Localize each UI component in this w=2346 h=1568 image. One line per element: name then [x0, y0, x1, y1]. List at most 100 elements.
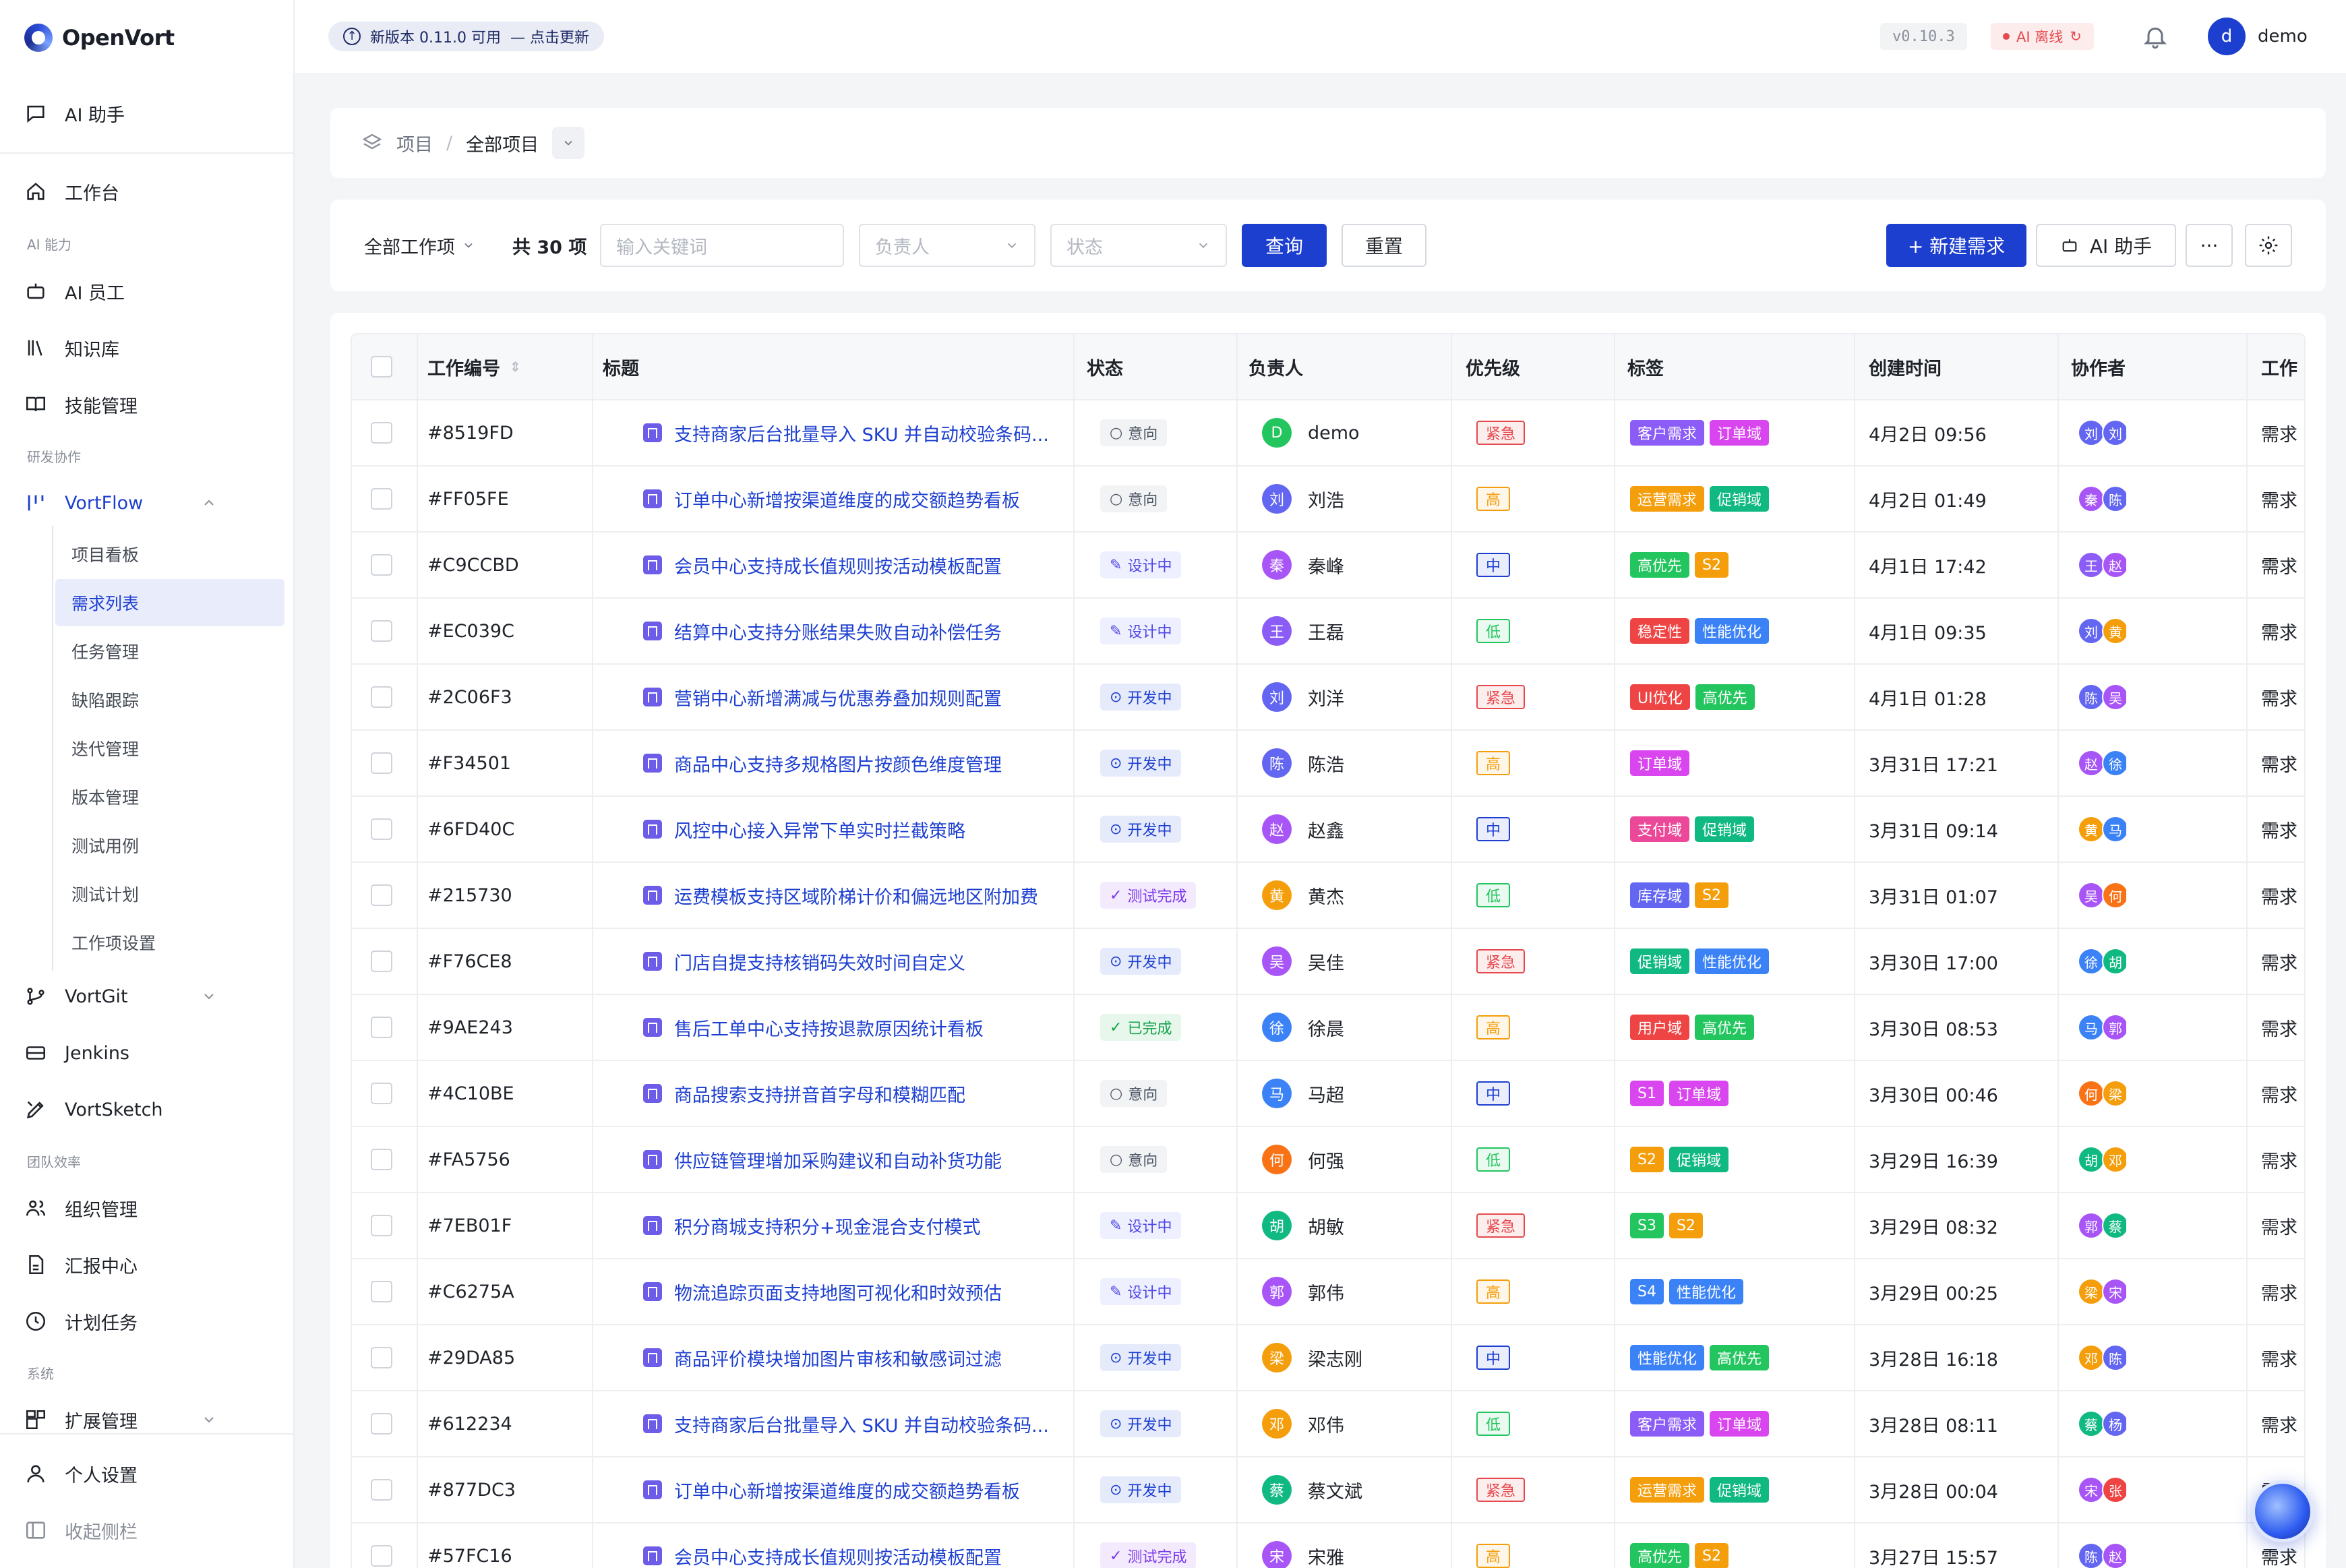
status-badge[interactable]: ⊙ 开发中: [1100, 1410, 1182, 1437]
checkbox[interactable]: [371, 1347, 392, 1368]
title-link[interactable]: 营销中心新增满减与优惠券叠加规则配置: [643, 684, 1002, 711]
checkbox[interactable]: [371, 1281, 392, 1302]
collaborators-cell[interactable]: 梁宋: [2078, 1259, 2126, 1324]
owner-cell[interactable]: 蔡蔡文斌: [1262, 1457, 1362, 1522]
row-checkbox[interactable]: [371, 1325, 392, 1390]
collaborators-cell[interactable]: 邓陈: [2078, 1325, 2126, 1390]
owner-cell[interactable]: 郭郭伟: [1262, 1259, 1344, 1324]
row-checkbox[interactable]: [371, 1193, 392, 1258]
owner-cell[interactable]: 黄黄杰: [1262, 863, 1344, 928]
title-text[interactable]: 商品搜索支持拼音首字母和模糊匹配: [674, 1081, 965, 1107]
status-cell[interactable]: ✎ 设计中: [1100, 1259, 1182, 1324]
checkbox[interactable]: [371, 1083, 392, 1104]
status-badge[interactable]: ✎ 设计中: [1100, 551, 1182, 578]
priority-cell[interactable]: 中: [1476, 797, 1511, 862]
status-cell[interactable]: ⊙ 开发中: [1100, 929, 1182, 994]
title-cell[interactable]: 会员中心支持成长值规则按活动模板配置: [643, 1524, 1068, 1568]
tags-cell[interactable]: 支付域 促销域: [1630, 797, 1755, 862]
sub-version[interactable]: 版本管理: [55, 773, 284, 820]
title-link[interactable]: 积分商城支持积分+现金混合支付模式: [643, 1213, 981, 1239]
checkbox[interactable]: [371, 686, 392, 708]
collaborators-cell[interactable]: 王赵: [2078, 533, 2126, 597]
row-checkbox[interactable]: [371, 1259, 392, 1324]
status-select[interactable]: 状态: [1050, 224, 1227, 267]
sub-bug-tracking[interactable]: 缺陷跟踪: [55, 676, 284, 723]
title-text[interactable]: 营销中心新增满减与优惠券叠加规则配置: [674, 684, 1002, 711]
nav-org[interactable]: 组织管理: [24, 1188, 138, 1228]
title-text[interactable]: 结算中心支持分账结果失败自动补偿任务: [674, 618, 1002, 644]
collaborators-cell[interactable]: 陈吴: [2078, 665, 2126, 729]
title-cell[interactable]: 运费模板支持区域阶梯计价和偏远地区附加费: [643, 863, 1068, 928]
status-badge[interactable]: ⊙ 开发中: [1100, 816, 1182, 843]
table-row[interactable]: #9AE243 售后工单中心支持按退款原因统计看板 ✓ 已完成 徐徐晨 高 用户域 高优先 3月…: [352, 995, 2304, 1061]
tags-cell[interactable]: 运营需求 促销域: [1630, 466, 1770, 531]
status-badge[interactable]: ✓ 测试完成: [1100, 882, 1197, 909]
nav-collapse[interactable]: 收起侧栏: [24, 1510, 138, 1550]
sub-project-board[interactable]: 项目看板: [55, 531, 284, 578]
status-cell[interactable]: ✎ 设计中: [1100, 533, 1182, 597]
checkbox[interactable]: [371, 884, 392, 906]
title-text[interactable]: 订单中心新增按渠道维度的成交额趋势看板: [674, 486, 1020, 512]
status-cell[interactable]: ⊙ 开发中: [1100, 797, 1182, 862]
row-checkbox[interactable]: [371, 1457, 392, 1522]
table-row[interactable]: #FA5756 供应链管理增加采购建议和自动补货功能 ○ 意向 何何强 低 S2 促销域 3月2…: [352, 1127, 2304, 1193]
row-checkbox[interactable]: [371, 533, 392, 597]
sort-icon[interactable]: ⇕: [510, 359, 521, 375]
status-cell[interactable]: ⊙ 开发中: [1100, 1325, 1182, 1390]
collaborators-cell[interactable]: 秦陈: [2078, 466, 2126, 531]
nav-skills[interactable]: 技能管理: [24, 384, 138, 425]
title-link[interactable]: 风控中心接入异常下单实时拦截策略: [643, 816, 965, 843]
nav-ai-assistant[interactable]: AI 助手: [24, 93, 125, 133]
title-cell[interactable]: 商品评价模块增加图片审核和敏感词过滤: [643, 1325, 1068, 1390]
table-row[interactable]: #FF05FE 订单中心新增按渠道维度的成交额趋势看板 ○ 意向 刘刘浩 高 运营需求 促销域…: [352, 466, 2304, 533]
title-text[interactable]: 运费模板支持区域阶梯计价和偏远地区附加费: [674, 882, 1038, 909]
priority-cell[interactable]: 高: [1476, 731, 1511, 795]
checkbox[interactable]: [371, 1479, 392, 1501]
status-cell[interactable]: ⊙ 开发中: [1100, 1457, 1182, 1522]
table-row[interactable]: #4C10BE 商品搜索支持拼音首字母和模糊匹配 ○ 意向 马马超 中 S1 订单域 3月30日…: [352, 1061, 2304, 1127]
nav-ai-staff[interactable]: AI 员工: [24, 271, 125, 311]
title-cell[interactable]: 支持商家后台批量导入 SKU 并自动校验条码...: [643, 400, 1068, 465]
title-cell[interactable]: 订单中心新增按渠道维度的成交额趋势看板: [643, 466, 1068, 531]
tags-cell[interactable]: UI优化 高优先: [1630, 665, 1755, 729]
collaborators-cell[interactable]: 刘黄: [2078, 599, 2126, 663]
row-checkbox[interactable]: [371, 1391, 392, 1456]
status-badge[interactable]: ✎ 设计中: [1100, 1278, 1182, 1305]
tags-cell[interactable]: 用户域 高优先: [1630, 995, 1755, 1060]
status-cell[interactable]: ✎ 设计中: [1100, 599, 1182, 663]
title-link[interactable]: 结算中心支持分账结果失败自动补偿任务: [643, 618, 1002, 644]
owner-select[interactable]: 负责人: [859, 224, 1035, 267]
nav-knowledge[interactable]: 知识库: [24, 328, 119, 368]
sub-task-management[interactable]: 任务管理: [55, 628, 284, 675]
status-cell[interactable]: ○ 意向: [1100, 1127, 1168, 1192]
table-row[interactable]: #F76CE8 门店自提支持核销码失效时间自定义 ⊙ 开发中 吴吴佳 紧急 促销域 性能优化 3…: [352, 929, 2304, 995]
status-cell[interactable]: ⊙ 开发中: [1100, 1391, 1182, 1456]
table-row[interactable]: #C9CCBD 会员中心支持成长值规则按活动模板配置 ✎ 设计中 秦秦峰 中 高优先 S2 4月…: [352, 533, 2304, 599]
header-id[interactable]: 工作编号 ⇕: [427, 334, 521, 399]
new-requirement-button[interactable]: + 新建需求: [1886, 224, 2026, 267]
table-row[interactable]: #C6275A 物流追踪页面支持地图可视化和时效预估 ✎ 设计中 郭郭伟 高 S4 性能优化 3…: [352, 1259, 2304, 1325]
title-text[interactable]: 售后工单中心支持按退款原因统计看板: [674, 1015, 984, 1041]
owner-cell[interactable]: 赵赵鑫: [1262, 797, 1344, 862]
table-row[interactable]: #7EB01F 积分商城支持积分+现金混合支付模式 ✎ 设计中 胡胡敏 紧急 S3 S2 3月2…: [352, 1193, 2304, 1259]
row-checkbox[interactable]: [371, 797, 392, 862]
owner-cell[interactable]: 宋宋雅: [1262, 1524, 1344, 1568]
priority-cell[interactable]: 高: [1476, 1259, 1511, 1324]
status-badge[interactable]: ✎ 设计中: [1100, 1212, 1182, 1239]
project-switch-dropdown[interactable]: [552, 127, 585, 159]
table-row[interactable]: #57FC16 会员中心支持成长值规则按活动模板配置 ✓ 测试完成 宋宋雅 高 高优先 S2 3…: [352, 1524, 2304, 1568]
title-cell[interactable]: 售后工单中心支持按退款原因统计看板: [643, 995, 1068, 1060]
sub-test-case[interactable]: 测试用例: [55, 822, 284, 869]
nav-vortgit[interactable]: VortGit: [24, 976, 214, 1017]
sub-iteration[interactable]: 迭代管理: [55, 725, 284, 772]
checkbox[interactable]: [371, 488, 392, 510]
status-badge[interactable]: ○ 意向: [1100, 485, 1168, 512]
keyword-input[interactable]: 输入关键词: [600, 224, 844, 267]
status-badge[interactable]: ○ 意向: [1100, 419, 1168, 446]
tags-cell[interactable]: S2 促销域: [1630, 1127, 1728, 1192]
title-link[interactable]: 会员中心支持成长值规则按活动模板配置: [643, 1543, 1002, 1568]
settings-button[interactable]: [2245, 224, 2292, 267]
nav-vortflow[interactable]: VortFlow: [24, 483, 214, 523]
title-link[interactable]: 运费模板支持区域阶梯计价和偏远地区附加费: [643, 882, 1038, 909]
collaborators-cell[interactable]: 陈赵: [2078, 1524, 2126, 1568]
